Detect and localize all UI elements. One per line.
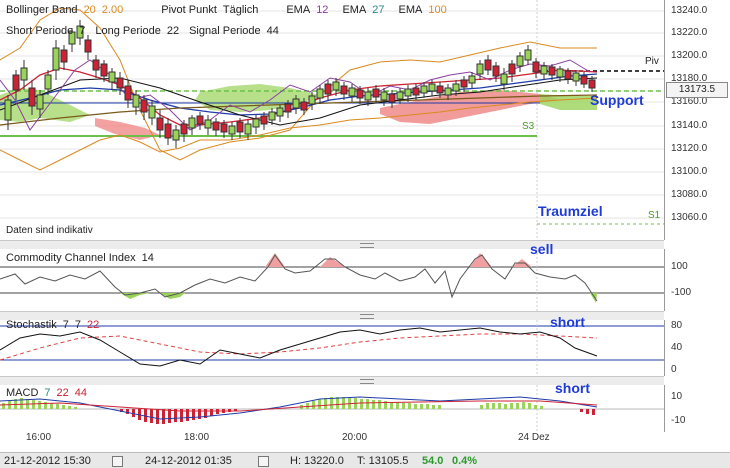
candlesticks (4, 20, 596, 148)
signal-periode-label: Signal Periode (189, 25, 261, 37)
traumziel-annotation: Traumziel (538, 203, 603, 219)
stochastik-tick: 0 (671, 364, 677, 375)
macd-param-1: 7 (44, 387, 51, 399)
cci-param: 14 (141, 252, 154, 264)
stochastik-param-1: 7 (62, 319, 69, 331)
current-price-box: 13173.5 (666, 82, 728, 98)
signal-periode-value: 44 (266, 25, 279, 37)
price-tick: 13060.0 (671, 212, 708, 223)
price-tick: 13220.0 (671, 27, 708, 38)
macd-tick: -10 (671, 415, 686, 426)
bollinger-param-2: 2.00 (101, 4, 124, 16)
high-value: H: 13220.0 (290, 455, 344, 467)
stochastik-label: Stochastik (6, 319, 57, 331)
macd-legend[interactable]: MACD 7 22 44 (6, 387, 93, 399)
stochastik-axis: 80 40 0 (664, 320, 730, 376)
pivot-label: Pivot Punkt (161, 4, 217, 16)
from-datetime: 21-12-2012 15:30 (4, 455, 91, 467)
ema-12-value: 12 (316, 4, 329, 16)
price-tick: 13200.0 (671, 50, 708, 61)
macd-param-3: 44 (74, 387, 88, 399)
support-annotation: Support (590, 92, 644, 108)
stochastik-legend[interactable]: Stochastik 7 7 22 (6, 319, 105, 331)
bollinger-param-1: 20 (83, 4, 96, 16)
to-datetime: 24-12-2012 01:35 (145, 455, 232, 467)
price-chart-pane[interactable]: Bollinger Band 20 2.00 Pivot Punkt Täglich EM… (0, 0, 664, 240)
cci-tick: 100 (671, 261, 688, 272)
long-periode-value: 22 (166, 25, 180, 37)
stochastik-pane[interactable]: Stochastik 7 7 22 short (0, 314, 664, 376)
cci-axis: 100 -100 (664, 249, 730, 311)
ema-100-value: 100 (428, 4, 447, 16)
price-tick: 13080.0 (671, 189, 708, 200)
stochastik-param-2: 7 (74, 319, 81, 331)
price-tick: 13240.0 (671, 5, 708, 16)
x-label: 20:00 (342, 432, 368, 443)
stochastik-param-3: 22 (87, 319, 100, 331)
bollinger-label: Bollinger Band (6, 4, 78, 16)
macd-param-2: 22 (56, 387, 69, 399)
macd-pane[interactable]: MACD 7 22 44 short (0, 380, 664, 432)
ema-label-3: EMA (398, 4, 423, 16)
ema-label-2: EMA (342, 4, 367, 16)
s3-level-label: S3 (522, 121, 535, 132)
cci-pane[interactable]: Commodity Channel Index 14 sell (0, 241, 664, 311)
disclaimer-text: Daten sind indikativ (6, 225, 93, 236)
ema-label-1: EMA (286, 4, 311, 16)
macd-label: MACD (6, 387, 39, 399)
piv-level-label: Piv (645, 56, 659, 67)
x-label: 16:00 (26, 432, 52, 443)
price-axis: 13240.0 13220.0 13200.0 13180.0 13160.0 … (664, 0, 730, 240)
cci-tick: -100 (671, 287, 692, 298)
macd-axis: 10 -10 (664, 385, 730, 432)
price-tick: 13120.0 (671, 143, 708, 154)
price-tick: 13100.0 (671, 166, 708, 177)
stochastik-tick: 40 (671, 342, 683, 353)
cci-legend[interactable]: Commodity Channel Index 14 (6, 252, 160, 264)
from-date-picker-icon[interactable] (112, 455, 123, 467)
low-value: T: 13105.5 (357, 455, 409, 467)
short-annotation-macd: short (555, 380, 590, 396)
short-annotation-stochastik: short (550, 314, 585, 330)
short-periode-label: Short Periode (6, 25, 74, 37)
price-tick: 13140.0 (671, 120, 708, 131)
macd-tick: 10 (671, 391, 683, 402)
change-percent: 0.4% (452, 455, 478, 467)
ema-27-value: 27 (372, 4, 385, 16)
change-value: 54.0 (422, 455, 444, 467)
status-bar: 21-12-2012 15:30 24-12-2012 01:35 H: 132… (0, 452, 730, 468)
x-label: 18:00 (184, 432, 210, 443)
pivot-mode: Täglich (222, 4, 259, 16)
to-date-picker-icon[interactable] (258, 455, 269, 467)
long-periode-label: Long Periode (95, 25, 161, 37)
sell-annotation: sell (530, 241, 554, 257)
main-indicator-legend-2[interactable]: Short Periode 7 Long Periode 22 Signal Perio… (6, 25, 285, 37)
stochastik-tick: 80 (671, 320, 683, 331)
s1-level-label: S1 (648, 210, 661, 221)
cci-label: Commodity Channel Index (6, 252, 136, 264)
x-label: 24 Dez (518, 432, 550, 443)
short-periode-value: 7 (79, 25, 86, 37)
main-indicator-legend-1[interactable]: Bollinger Band 20 2.00 Pivot Punkt Täglich EM… (6, 4, 453, 16)
